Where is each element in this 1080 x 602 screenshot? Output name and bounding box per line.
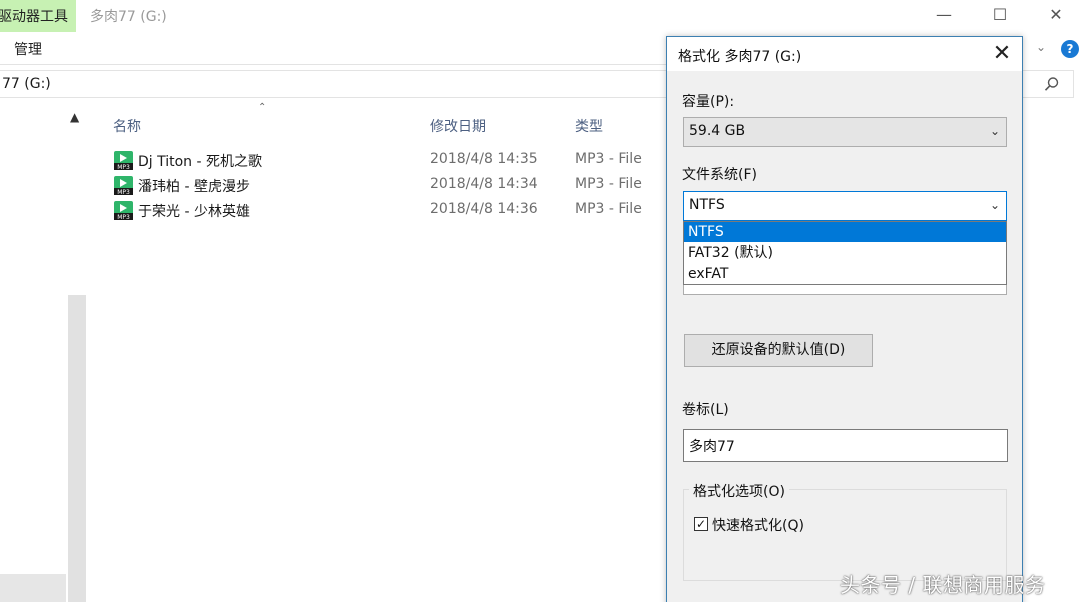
format-options-group xyxy=(683,489,1007,581)
close-window-button[interactable]: ✕ xyxy=(1036,2,1076,28)
address-path: 77 (G:) xyxy=(2,76,51,92)
help-icon[interactable]: ? xyxy=(1061,40,1079,58)
watermark: 头条号 / 联想商用服务 xyxy=(840,573,1046,597)
file-date: 2018/4/8 14:36 xyxy=(430,201,538,217)
svg-text:MP3: MP3 xyxy=(117,164,130,170)
file-name: 于荣光 - 少林英雄 xyxy=(138,204,250,220)
format-dialog: 格式化 多肉77 (G:) ✕ 容量(P): 59.4 GB ⌄ 文件系统(F)… xyxy=(666,36,1023,602)
dialog-title: 格式化 多肉77 (G:) xyxy=(678,49,802,65)
explorer-titlebar: 驱动器工具 多肉77 (G:) — ☐ ✕ xyxy=(0,0,1080,32)
navigation-scrollbar[interactable] xyxy=(68,295,86,602)
quick-format-label[interactable]: 快速格式化(Q) xyxy=(712,515,804,535)
capacity-value: 59.4 GB xyxy=(689,123,746,139)
dialog-titlebar: 格式化 多肉77 (G:) ✕ xyxy=(667,37,1022,71)
chevron-down-icon: ⌄ xyxy=(989,198,1000,212)
mp3-file-icon: MP3 xyxy=(114,151,133,170)
file-name: Dj Titon - 死机之歌 xyxy=(138,154,263,170)
file-type: MP3 - File xyxy=(575,151,642,167)
tab-manage[interactable]: 管理 xyxy=(14,39,42,59)
chevron-down-icon: ⌄ xyxy=(989,124,1000,138)
sort-ascending-icon: ⌃ xyxy=(258,102,267,113)
ribbon-divider xyxy=(0,64,670,65)
filesystem-value: NTFS xyxy=(689,197,725,213)
window-title: 多肉77 (G:) xyxy=(90,9,167,25)
restore-defaults-button[interactable]: 还原设备的默认值(D) xyxy=(684,334,873,367)
capacity-label: 容量(P): xyxy=(682,94,735,110)
file-date: 2018/4/8 14:34 xyxy=(430,176,538,192)
file-date: 2018/4/8 14:35 xyxy=(430,151,538,167)
svg-text:MP3: MP3 xyxy=(117,214,130,220)
quick-format-checkbox[interactable]: ✓ xyxy=(694,517,708,531)
chevron-down-icon[interactable]: ⌄ xyxy=(1036,40,1046,54)
minimize-button[interactable]: — xyxy=(924,2,964,28)
file-row[interactable]: MP3 潘玮柏 - 壁虎漫步 2018/4/8 14:34 MP3 - File xyxy=(112,174,672,198)
column-header-date[interactable]: 修改日期 xyxy=(430,116,486,136)
filesystem-option-ntfs[interactable]: NTFS xyxy=(684,222,1006,242)
column-header-type[interactable]: 类型 xyxy=(575,116,603,136)
navigation-pane-footer xyxy=(0,574,66,602)
volume-label-value: 多肉77 xyxy=(689,439,735,455)
filesystem-select[interactable]: NTFS ⌄ xyxy=(683,191,1007,221)
capacity-select[interactable]: 59.4 GB ⌄ xyxy=(683,117,1007,147)
volume-label-field[interactable]: 多肉77 xyxy=(683,429,1008,462)
file-type: MP3 - File xyxy=(575,176,642,192)
filesystem-option-fat32[interactable]: FAT32 (默认) xyxy=(684,243,1006,263)
drive-tools-context-tab[interactable]: 驱动器工具 xyxy=(0,0,76,32)
close-icon[interactable]: ✕ xyxy=(988,41,1016,67)
search-icon[interactable] xyxy=(1044,76,1060,92)
volume-label-label: 卷标(L) xyxy=(682,402,729,418)
column-header-name[interactable]: 名称 xyxy=(113,116,141,136)
format-options-title: 格式化选项(O) xyxy=(689,481,789,501)
file-name: 潘玮柏 - 壁虎漫步 xyxy=(138,179,250,195)
file-row[interactable]: MP3 于荣光 - 少林英雄 2018/4/8 14:36 MP3 - File xyxy=(112,199,672,223)
svg-text:MP3: MP3 xyxy=(117,189,130,195)
drive-tools-label: 驱动器工具 xyxy=(0,9,68,25)
collapse-icon[interactable]: ▲ xyxy=(70,110,79,124)
mp3-file-icon: MP3 xyxy=(114,201,133,220)
filesystem-label: 文件系统(F) xyxy=(682,167,757,183)
file-type: MP3 - File xyxy=(575,201,642,217)
filesystem-dropdown-list: NTFS FAT32 (默认) exFAT xyxy=(683,221,1007,285)
file-row[interactable]: MP3 Dj Titon - 死机之歌 2018/4/8 14:35 MP3 -… xyxy=(112,149,672,173)
maximize-button[interactable]: ☐ xyxy=(980,2,1020,28)
mp3-file-icon: MP3 xyxy=(114,176,133,195)
allocation-unit-select[interactable] xyxy=(683,285,1007,295)
filesystem-option-exfat[interactable]: exFAT xyxy=(684,264,1006,284)
